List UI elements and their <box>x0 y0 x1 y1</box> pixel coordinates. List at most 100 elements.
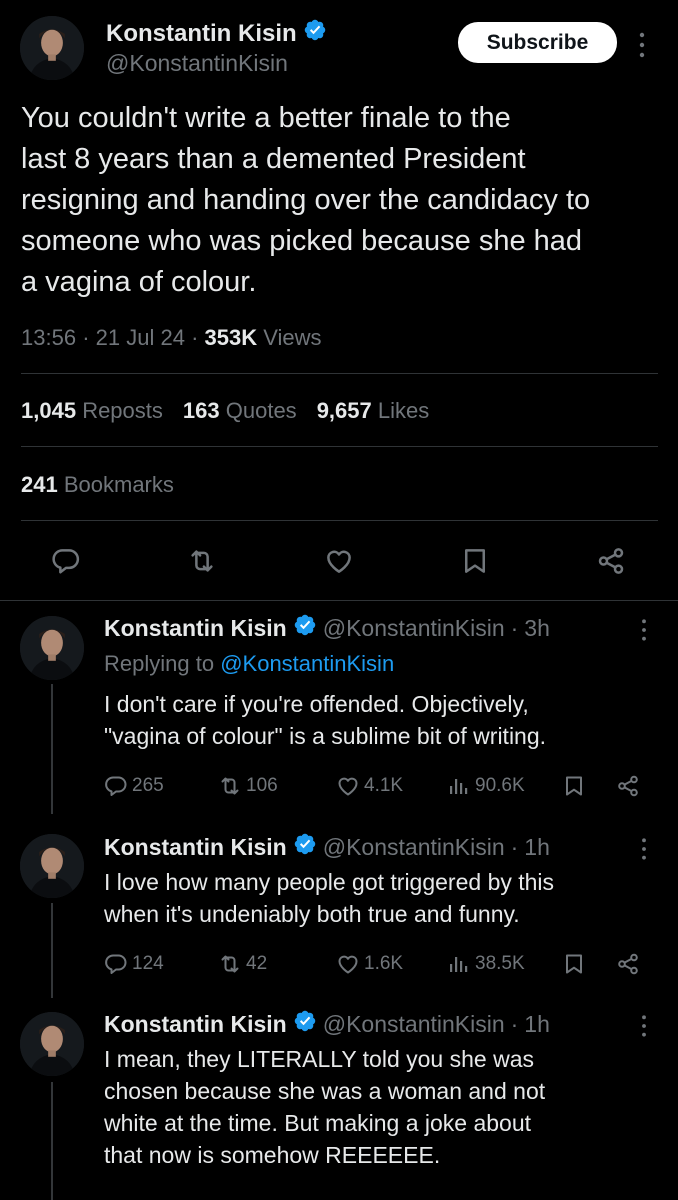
reply-header: Konstantin Kisin @KonstantinKisin · 3h <box>104 613 550 643</box>
tweet-text: You couldn't write a better finale to th… <box>21 98 671 303</box>
reply-icon <box>104 952 128 976</box>
reply-text-line: that now is somehow REEEEEE. <box>104 1142 441 1168</box>
reply-age[interactable]: 3h <box>524 615 550 642</box>
thread-line <box>51 684 53 814</box>
reply-avatar[interactable] <box>20 834 84 898</box>
more-icon[interactable] <box>639 617 649 648</box>
author-name-text[interactable]: Konstantin Kisin <box>106 20 297 48</box>
reply-header: Konstantin Kisin @KonstantinKisin · 1h <box>104 832 550 862</box>
author-avatar[interactable] <box>20 16 84 80</box>
bookmark-icon[interactable] <box>562 774 586 798</box>
reply-avatar[interactable] <box>20 616 84 680</box>
separator: · <box>510 833 519 860</box>
tweet-text-line: a vagina of colour. <box>21 266 257 298</box>
verified-badge-icon <box>293 832 317 862</box>
likes-label: Likes <box>377 398 430 423</box>
reply-text-line: I mean, they LITERALLY told you she was <box>104 1046 534 1072</box>
replying-to: Replying to @KonstantinKisin <box>104 651 394 677</box>
tweet-time[interactable]: 13:56 <box>21 325 76 350</box>
separator: · <box>510 614 519 641</box>
tweet-text-line: resigning and handing over the candidacy… <box>21 184 591 216</box>
tweet-meta: 13:56 · 21 Jul 24 · 353K Views <box>21 325 322 351</box>
tweet-date[interactable]: 21 Jul 24 <box>96 325 185 350</box>
separator: · <box>191 325 199 350</box>
reply-count: 124 <box>132 953 164 974</box>
bookmarks-stat[interactable]: 241 Bookmarks <box>21 472 174 498</box>
views-action[interactable]: 38.5K <box>447 952 525 976</box>
views-label: Views <box>263 325 322 350</box>
reply-age[interactable]: 1h <box>524 834 550 861</box>
reply-icon[interactable] <box>51 546 81 576</box>
reply-text-line: when it's undeniably both true and funny… <box>104 901 520 927</box>
views-count: 38.5K <box>475 953 525 974</box>
repost-action[interactable]: 42 <box>218 952 267 976</box>
verified-badge-icon <box>293 613 317 643</box>
more-icon[interactable] <box>639 1013 649 1044</box>
reply-author-handle[interactable]: @KonstantinKisin <box>323 1011 505 1038</box>
likes-count: 9,657 <box>316 398 372 423</box>
reply-text-line: white at the time. But making a joke abo… <box>104 1110 532 1136</box>
reply-text-line: I don't care if you're offended. Objecti… <box>104 691 529 717</box>
verified-badge-icon <box>293 1009 317 1039</box>
reposts-stat[interactable]: 1,045 Reposts <box>21 398 163 424</box>
reposts-count: 1,045 <box>21 398 77 423</box>
reply-icon <box>104 774 128 798</box>
likes-stat[interactable]: 9,657 Likes <box>317 398 430 424</box>
quotes-stat[interactable]: 163 Quotes <box>183 398 297 424</box>
replying-to-link[interactable]: @KonstantinKisin <box>220 651 394 676</box>
reply-author-name[interactable]: Konstantin Kisin <box>104 834 287 861</box>
reply-avatar[interactable] <box>20 1012 84 1076</box>
like-icon <box>336 774 360 798</box>
separator: · <box>510 1010 519 1037</box>
subscribe-button[interactable]: Subscribe <box>458 22 617 63</box>
share-icon[interactable] <box>616 774 640 798</box>
reply-author-handle[interactable]: @KonstantinKisin <box>323 834 505 861</box>
reply-text-line: chosen because she was a woman and not <box>104 1078 546 1104</box>
views-count: 90.6K <box>475 775 525 796</box>
reply-text: I mean, they LITERALLY told you she was … <box>104 1043 664 1171</box>
reply-action[interactable]: 265 <box>104 774 164 798</box>
bookmarks-count: 241 <box>21 472 58 497</box>
reply-author-handle[interactable]: @KonstantinKisin <box>323 615 505 642</box>
divider <box>21 520 658 521</box>
like-action[interactable]: 1.6K <box>336 952 403 976</box>
reply-action[interactable]: 124 <box>104 952 164 976</box>
share-icon[interactable] <box>596 546 626 576</box>
like-icon <box>336 952 360 976</box>
bookmarks-label: Bookmarks <box>63 472 174 497</box>
reply-text: I love how many people got triggered by … <box>104 866 664 930</box>
like-icon[interactable] <box>324 546 354 576</box>
reply-age[interactable]: 1h <box>524 1011 550 1038</box>
repost-count: 106 <box>246 775 278 796</box>
like-action[interactable]: 4.1K <box>336 774 403 798</box>
views-action[interactable]: 90.6K <box>447 774 525 798</box>
reply-author-name[interactable]: Konstantin Kisin <box>104 1011 287 1038</box>
like-count: 1.6K <box>364 953 404 974</box>
stats-row: 1,045 Reposts 163 Quotes 9,657 Likes <box>21 398 429 424</box>
tweet-text-line: You couldn't write a better finale to th… <box>21 102 511 134</box>
author-name[interactable]: Konstantin Kisin <box>106 18 327 49</box>
tweet-text-line: last 8 years than a demented President <box>21 143 526 175</box>
repost-action[interactable]: 106 <box>218 774 278 798</box>
share-icon[interactable] <box>616 952 640 976</box>
reply-author-name[interactable]: Konstantin Kisin <box>104 615 287 642</box>
quotes-count: 163 <box>182 398 220 423</box>
divider <box>21 373 658 374</box>
more-icon[interactable] <box>637 30 647 64</box>
divider <box>0 600 678 601</box>
repost-icon <box>218 774 242 798</box>
verified-badge-icon <box>303 18 327 49</box>
author-handle[interactable]: @KonstantinKisin <box>106 50 288 77</box>
reply-text: I don't care if you're offended. Objecti… <box>104 688 664 752</box>
repost-icon[interactable] <box>187 546 217 576</box>
reply-text-line: I love how many people got triggered by … <box>104 869 555 895</box>
divider <box>21 446 658 447</box>
bookmark-icon[interactable] <box>460 546 490 576</box>
more-icon[interactable] <box>639 836 649 867</box>
reply-text-line: "vagina of colour" is a sublime bit of w… <box>104 723 547 749</box>
thread-line <box>51 903 53 998</box>
replying-prefix: Replying to <box>104 651 215 676</box>
thread-line <box>51 1082 53 1200</box>
repost-icon <box>218 952 242 976</box>
bookmark-icon[interactable] <box>562 952 586 976</box>
